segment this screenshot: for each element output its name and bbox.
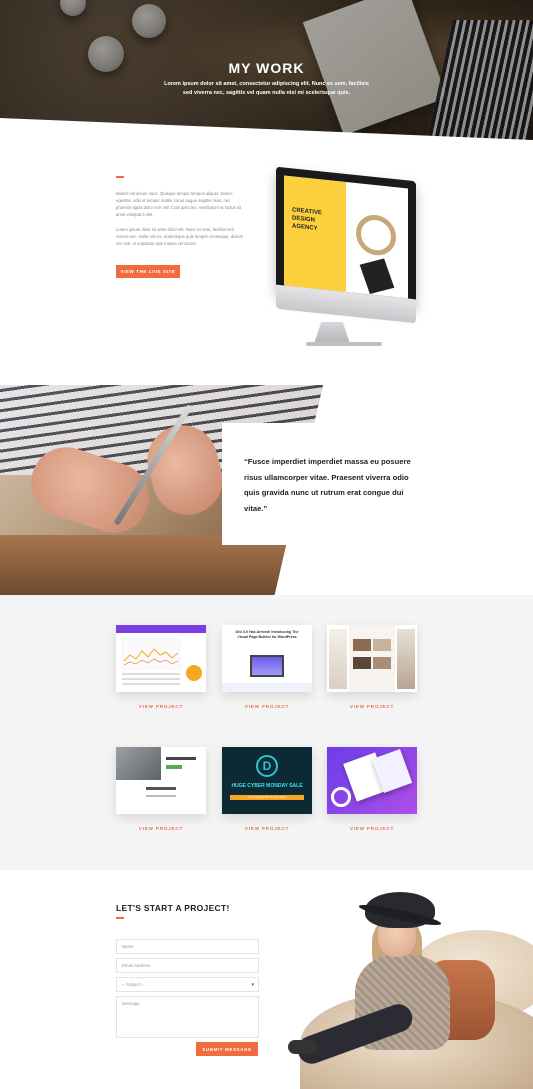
project-thumbnail-2[interactable]: Divi 3.0 Has Arrived! Introducing The Vi…	[222, 625, 312, 692]
phone-image	[359, 258, 395, 295]
view-live-site-button[interactable]: VIEW THE LIVE SITE	[116, 265, 180, 278]
subject-select[interactable]: -- Subject -- ▾	[116, 977, 259, 992]
page: MY WORK Lorem ipsum dolor sit amet, cons…	[0, 0, 533, 1089]
accent-divider	[116, 176, 124, 178]
imac-base	[306, 342, 382, 346]
headphones-image	[356, 213, 396, 258]
hero-section: MY WORK Lorem ipsum dolor sit amet, cons…	[0, 0, 533, 140]
name-placeholder: Name	[122, 944, 134, 949]
thumb-footer-bar	[222, 683, 312, 692]
contact-title: LET'S START A PROJECT!	[116, 903, 230, 913]
thumb-photo	[353, 639, 371, 651]
intro-paragraph-2: Lorem ipsum dolor sit amet dolor elit. N…	[116, 227, 244, 246]
message-placeholder: Message	[122, 1001, 140, 1006]
thumb-stats	[146, 787, 176, 790]
thumb-hero-image	[116, 747, 161, 780]
project-thumbnail-4[interactable]	[116, 747, 206, 814]
name-field[interactable]: Name	[116, 939, 259, 954]
view-project-link-3[interactable]: VIEW PROJECT	[327, 704, 417, 709]
thumb-mockup-image	[250, 655, 284, 677]
thumb-title: Divi 3.0 Has Arrived! Introducing The Vi…	[235, 630, 299, 639]
chevron-down-icon: ▾	[251, 982, 254, 988]
intro-paragraph-1: Mauris vel ipsum nunc. Quisque tempor te…	[116, 191, 241, 217]
thumb-chart	[121, 638, 202, 685]
shoe-image	[288, 1040, 318, 1054]
thumb-sale-title: HUGE CYBER MONDAY SALE	[231, 783, 303, 789]
projects-section: VIEW PROJECT Divi 3.0 Has Arrived! Intro…	[0, 595, 533, 870]
imac-stand	[314, 322, 350, 344]
view-project-link-5[interactable]: VIEW PROJECT	[222, 826, 312, 831]
email-placeholder: Email Address	[122, 963, 151, 968]
view-project-link-4[interactable]: VIEW PROJECT	[116, 826, 206, 831]
view-project-link-2[interactable]: VIEW PROJECT	[222, 704, 312, 709]
screen-headline: CREATIVE DESIGN AGENCY	[292, 207, 322, 233]
subject-placeholder: -- Subject --	[122, 982, 145, 987]
thumb-circle	[331, 787, 351, 807]
submit-message-button[interactable]: SUBMIT MESSAGE	[196, 1042, 258, 1056]
divi-logo-icon: D	[256, 755, 278, 777]
thumb-stat-row	[146, 795, 176, 797]
project-thumbnail-3[interactable]	[327, 625, 417, 692]
thumb-photo	[373, 657, 391, 669]
thumb-page-center	[349, 625, 395, 692]
accent-divider	[116, 917, 124, 919]
thumb-photo	[373, 639, 391, 651]
thumb-page-left	[329, 629, 347, 689]
thumb-sale-subtitle: Cyber Monday Membership Plans	[230, 795, 304, 800]
project-thumbnail-5[interactable]: D HUGE CYBER MONDAY SALE Cyber Monday Me…	[222, 747, 312, 814]
thumb-hero-button	[166, 765, 182, 769]
project-thumbnail-6[interactable]	[327, 747, 417, 814]
thumb-photo	[353, 657, 371, 669]
view-project-link-1[interactable]: VIEW PROJECT	[116, 704, 206, 709]
imac-mockup: CREATIVE DESIGN AGENCY	[276, 166, 416, 349]
quote-text: “Fusce imperdiet imperdiet massa eu posu…	[244, 457, 411, 513]
project-thumbnail-1[interactable]	[116, 625, 206, 692]
message-field[interactable]: Message	[116, 996, 259, 1038]
thumb-page-right	[397, 629, 415, 689]
screen-display: CREATIVE DESIGN AGENCY	[284, 175, 408, 299]
view-project-link-6[interactable]: VIEW PROJECT	[327, 826, 417, 831]
thumb-hero-text	[166, 757, 196, 760]
email-field[interactable]: Email Address	[116, 958, 259, 973]
hero-divider	[0, 118, 533, 140]
woman-photo	[260, 870, 533, 1089]
